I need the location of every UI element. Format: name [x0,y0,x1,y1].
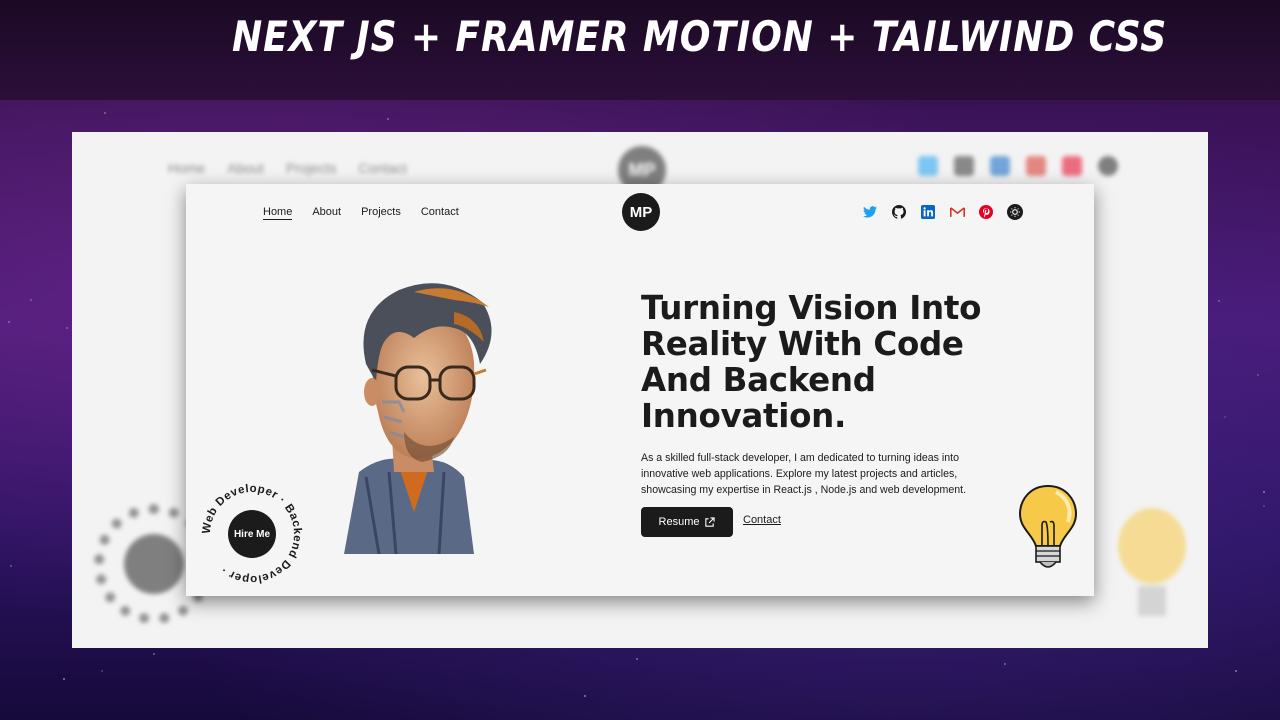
star-dot [1235,670,1237,672]
backdrop-lightbulb-icon [1118,508,1186,616]
headline-line: Turning Vision Into [641,289,982,327]
star-dot [584,695,586,697]
star-dot [1004,663,1006,665]
contact-link[interactable]: Contact [743,514,781,526]
pinterest-icon[interactable] [978,204,994,220]
description-line: showcasing my expertise in React.js , No… [641,484,967,496]
main-nav: Home About Projects Contact [263,206,459,220]
lightbulb-icon [1018,484,1078,568]
social-links [862,204,1023,220]
gmail-icon[interactable] [949,204,965,220]
headline-line: Innovation. [641,397,846,435]
backdrop-social-icons [918,156,1118,176]
hire-me-badge: Web Developer · Backend Developer · Hire… [200,482,304,586]
star-dot [387,118,389,120]
nav-contact[interactable]: Contact [421,206,459,220]
hero-headline: Turning Vision Into Reality With Code An… [641,290,1041,434]
star-dot [1257,374,1259,376]
backdrop-nav-item: Contact [358,160,407,176]
nav-home[interactable]: Home [263,206,293,220]
backdrop-nav-item: Home [168,160,206,176]
nav-about[interactable]: About [312,206,341,220]
backdrop-nav: Home About Projects Contact [168,160,407,176]
hero-description: As a skilled full-stack developer, I am … [641,450,1001,498]
description-line: As a skilled full-stack developer, I am … [641,452,959,464]
star-dot [636,658,638,660]
resume-button[interactable]: Resume [641,507,733,537]
star-dot [1263,505,1265,507]
backdrop-nav-item: About [227,160,264,176]
twitter-icon[interactable] [862,204,878,220]
star-dot [1218,300,1220,302]
title-banner: Next JS + Framer Motion + Tailwind CSS [0,0,1280,100]
star-dot [1263,491,1265,493]
linkedin-icon[interactable] [920,204,936,220]
backdrop-hire-button [124,534,184,594]
logo[interactable]: MP [622,193,660,231]
external-link-icon [705,516,716,527]
resume-label: Resume [658,516,700,528]
nav-projects[interactable]: Projects [361,206,401,220]
banner-title: Next JS + Framer Motion + Tailwind CSS [232,12,1168,61]
github-icon[interactable] [891,204,907,220]
star-dot [1224,416,1226,418]
star-dot [104,112,106,114]
star-dot [66,327,68,329]
star-dot [101,670,103,672]
hire-me-button[interactable]: Hire Me [228,510,276,558]
star-dot [30,299,32,301]
headline-line: Reality With Code [641,325,964,363]
star-dot [63,678,65,680]
developer-portrait-image [344,283,492,554]
headline-line: And Backend [641,361,876,399]
theme-toggle-icon[interactable] [1007,204,1023,220]
description-line: innovative web applications. Explore my … [641,468,958,480]
star-dot [8,321,10,323]
website-preview-card: Home About Projects Contact MP Turning V… [186,184,1094,596]
star-dot [10,565,12,567]
backdrop-nav-item: Projects [285,160,337,176]
star-dot [153,653,155,655]
